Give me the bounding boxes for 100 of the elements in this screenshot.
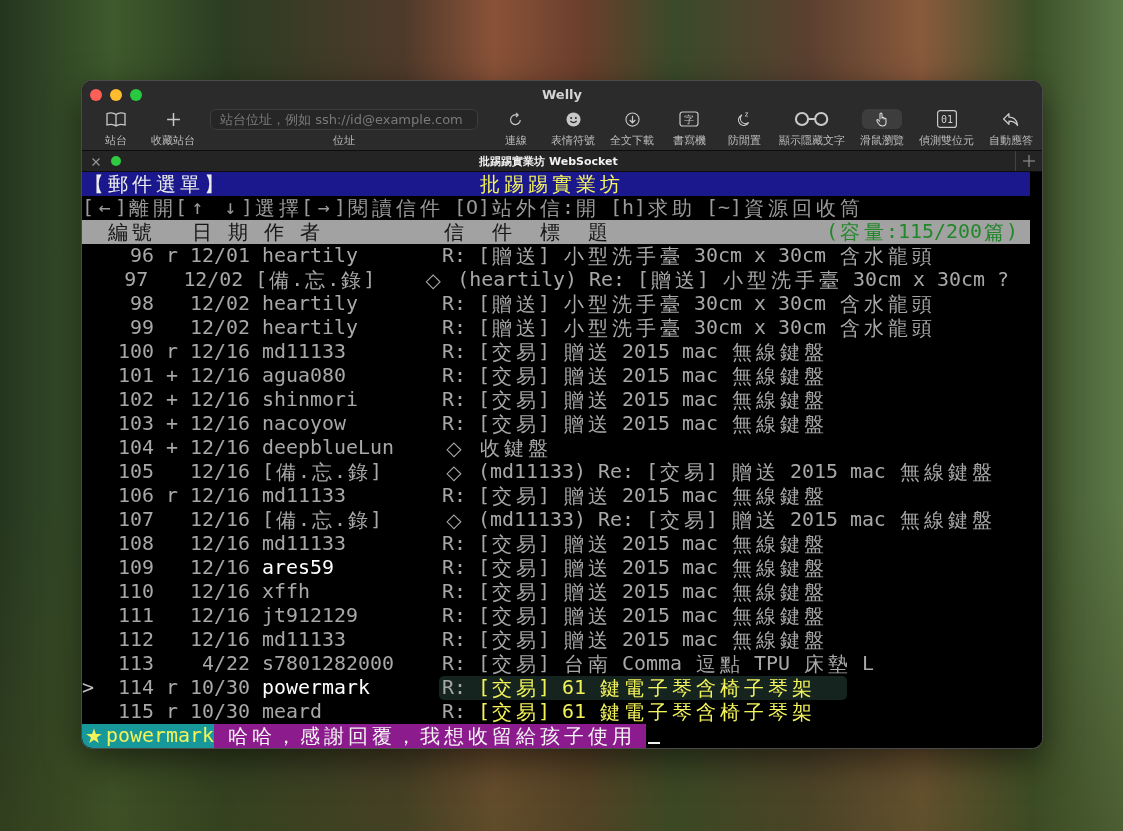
pointing-hand-icon: [875, 111, 889, 127]
mail-mark: +: [166, 388, 178, 411]
mail-prefix: R:: [442, 628, 466, 652]
mail-title[interactable]: [交易] 贈送 2015 mac 無線鍵盤: [478, 556, 826, 580]
mail-author: md11133: [262, 628, 347, 652]
tab-close-button[interactable]: [92, 157, 101, 166]
plus-icon: [165, 111, 181, 127]
toolbar-button[interactable]: 收藏站台: [151, 107, 195, 147]
mail-number: 113: [117, 652, 154, 676]
mail-date: 12/16: [190, 436, 250, 460]
message-sender: ★powermark: [82, 724, 214, 748]
mail-number: 107: [117, 508, 154, 532]
mail-number: 101: [117, 364, 154, 388]
mail-author: meard: [262, 700, 323, 724]
mail-number: 106: [117, 484, 154, 508]
mail-date: 12/16: [190, 628, 250, 652]
mail-prefix: R:: [442, 388, 466, 412]
mail-number: 103: [117, 412, 154, 436]
toolbar-button[interactable]: 自動應答: [989, 107, 1033, 147]
mail-title[interactable]: [贈送] 小型洗手臺 30cm x 30cm 含水龍頭: [478, 292, 934, 316]
toolbar-button[interactable]: 表情符號: [551, 107, 595, 147]
mail-date: 12/16: [190, 604, 250, 628]
mail-prefix: ◇: [445, 436, 463, 460]
mail-title[interactable]: (heartily) Re: [贈送] 小型洗手臺 30cm x 30cm ?: [457, 268, 1009, 292]
close-button[interactable]: [90, 89, 102, 101]
site-name: 批踢踢實業坊: [479, 172, 621, 196]
tab-title[interactable]: 批踢踢實業坊 WebSocket: [479, 153, 618, 169]
toolbar-button[interactable]: 連線: [496, 107, 536, 147]
mail-number: 111: [117, 604, 154, 628]
mail-prefix: R:: [442, 412, 466, 436]
mail-title[interactable]: [交易] 61 鍵電子琴含椅子琴架: [478, 676, 814, 700]
mail-mark: r: [166, 484, 178, 507]
mail-mark: r: [166, 244, 178, 267]
mail-prefix: R:: [442, 316, 466, 340]
binary-box-icon: 01: [936, 110, 957, 128]
mail-author: shinmori: [262, 388, 359, 412]
mail-number: 108: [117, 532, 154, 556]
mail-number: 112: [117, 628, 154, 652]
mail-title[interactable]: [交易] 61 鍵電子琴含椅子琴架: [478, 700, 814, 724]
mail-prefix: R:: [442, 556, 466, 580]
key-help-line: [←]離開[↑ ↓]選擇[→]閱讀信件 [O]站外信:開 [h]求助 [~]資源回收筒: [82, 196, 861, 220]
mail-author: md11133: [262, 340, 347, 364]
mail-number: 98: [129, 292, 154, 316]
mail-date: 12/16: [190, 508, 250, 532]
toolbar-button[interactable]: 01 偵測雙位元: [919, 107, 974, 147]
mail-mark: r: [166, 700, 178, 723]
mail-title[interactable]: (md11133) Re: [交易] 贈送 2015 mac 無線鍵盤: [478, 508, 994, 532]
mail-author: jt912129: [262, 604, 359, 628]
character-box-icon: 字: [679, 111, 699, 127]
toolbar-button[interactable]: 站台: [96, 107, 136, 147]
mail-author: [備.忘.錄]: [262, 508, 383, 532]
mail-prefix: R:: [442, 580, 466, 604]
toolbar-button[interactable]: 字 書寫機: [669, 107, 709, 147]
mail-title[interactable]: [贈送] 小型洗手臺 30cm x 30cm 含水龍頭: [478, 244, 934, 268]
mail-title[interactable]: 收鍵盤: [478, 436, 550, 460]
window-title: Welly: [541, 86, 583, 102]
mail-mark: r: [166, 340, 178, 363]
mail-author: md11133: [262, 484, 347, 508]
mail-date: 12/01: [190, 244, 250, 268]
mail-title[interactable]: [交易] 贈送 2015 mac 無線鍵盤: [478, 532, 826, 556]
mail-author: ares59: [262, 556, 335, 580]
text-cursor-icon: [647, 742, 660, 744]
reply-arrow-icon: [1002, 111, 1020, 127]
mail-title[interactable]: [交易] 台南 Comma 逗點 TPU 床墊 L: [478, 652, 874, 676]
smiley-icon: [565, 111, 581, 127]
mail-title[interactable]: (md11133) Re: [交易] 贈送 2015 mac 無線鍵盤: [478, 460, 994, 484]
mail-title[interactable]: [交易] 贈送 2015 mac 無線鍵盤: [478, 628, 826, 652]
mail-date: 10/30: [190, 676, 250, 700]
mail-number: 114: [117, 676, 154, 700]
field-label: 位址: [333, 134, 355, 147]
minimize-button[interactable]: [110, 89, 122, 101]
toolbar-button[interactable]: 全文下載: [610, 107, 654, 147]
mail-title[interactable]: [交易] 贈送 2015 mac 無線鍵盤: [478, 340, 826, 364]
zoom-button[interactable]: [130, 89, 142, 101]
address-field[interactable]: 站台位址，例如 ssh://id@example.com: [210, 109, 478, 130]
mail-author: xffh: [262, 580, 311, 604]
column-header: 日 期: [191, 220, 249, 244]
mail-prefix: R:: [442, 292, 466, 316]
mail-prefix: ◇: [445, 460, 463, 484]
mail-title[interactable]: [交易] 贈送 2015 mac 無線鍵盤: [478, 388, 826, 412]
mail-title[interactable]: [交易] 贈送 2015 mac 無線鍵盤: [478, 484, 826, 508]
moon-icon: [737, 111, 751, 127]
mail-title[interactable]: [交易] 贈送 2015 mac 無線鍵盤: [478, 412, 826, 436]
close-icon: [92, 157, 100, 166]
mail-author: s7801282000: [262, 652, 395, 676]
mail-title[interactable]: [贈送] 小型洗手臺 30cm x 30cm 含水龍頭: [478, 316, 934, 340]
mail-title[interactable]: [交易] 贈送 2015 mac 無線鍵盤: [478, 364, 826, 388]
toolbar-button[interactable]: 顯示隱藏文字: [779, 107, 845, 147]
mail-title[interactable]: [交易] 贈送 2015 mac 無線鍵盤: [478, 604, 826, 628]
glasses-icon: [794, 111, 830, 127]
mail-date: 12/16: [190, 556, 250, 580]
mail-author: nacoyow: [262, 412, 347, 436]
mail-author: agua080: [262, 364, 347, 388]
mail-mark: +: [166, 364, 178, 387]
mail-author: [備.忘.錄]: [255, 268, 377, 292]
mail-mark: +: [166, 412, 178, 435]
toolbar-button[interactable]: 滑鼠瀏覽: [860, 107, 904, 147]
toolbar-button[interactable]: 防閒置: [724, 107, 764, 147]
mail-title[interactable]: [交易] 贈送 2015 mac 無線鍵盤: [478, 580, 826, 604]
mail-date: 12/16: [190, 388, 250, 412]
